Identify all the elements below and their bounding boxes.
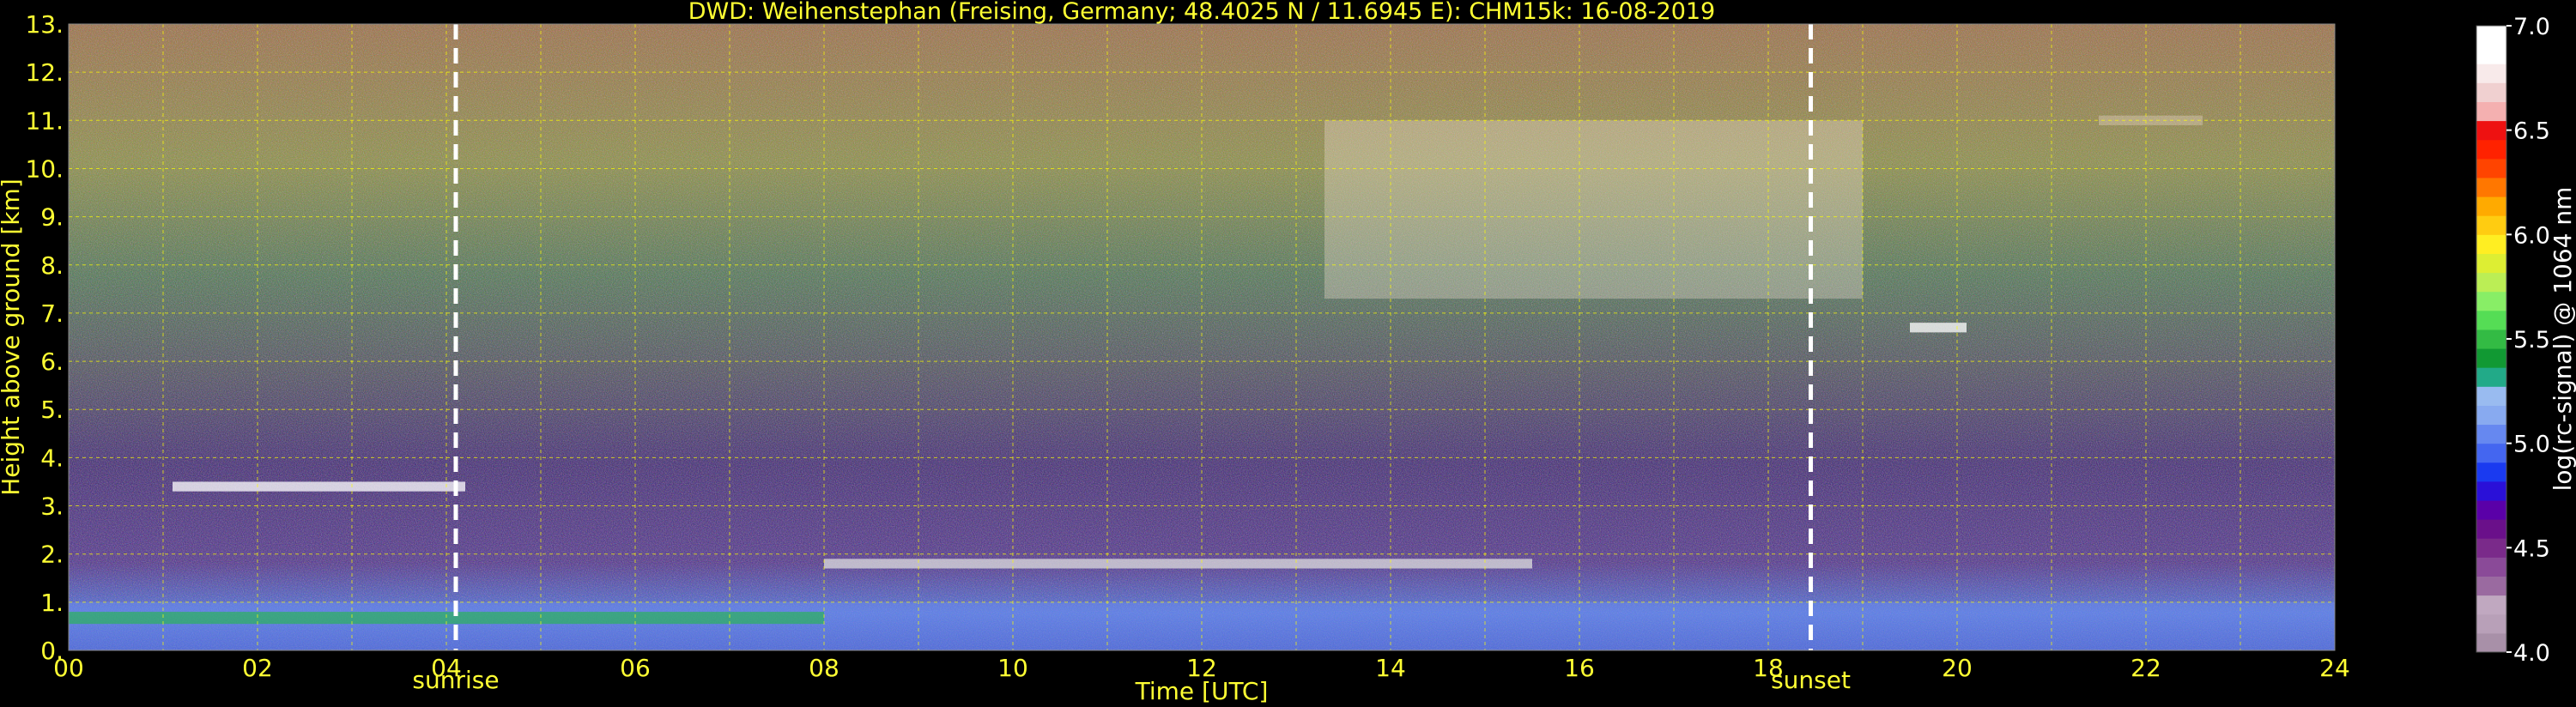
x-axis-label: Time [UTC] — [1135, 677, 1269, 705]
colorbar-band — [2476, 405, 2506, 426]
colorbar-ticks: 4.0 4.5 5.0 5.5 6.0 6.5 7.0 — [2506, 14, 2550, 667]
y-tick-label: 12. — [25, 58, 64, 87]
colorbar-tick-label: 6.0 — [2513, 222, 2550, 249]
y-tick-label: 13. — [25, 10, 64, 39]
x-tick-label: 16 — [1564, 654, 1595, 682]
colorbar-tick-label: 5.5 — [2513, 327, 2550, 354]
colorbar-band — [2476, 215, 2506, 235]
y-tick-label: 4. — [40, 444, 64, 472]
y-tick-label: 7. — [40, 299, 64, 328]
colorbar-band — [2476, 63, 2506, 83]
colorbar-band — [2476, 177, 2506, 197]
colorbar-band — [2476, 234, 2506, 254]
colorbar-band — [2476, 462, 2506, 482]
x-tick-label: 18 — [1753, 654, 1784, 682]
colorbar-label: log(rc-signal) @ 1064 nm — [2549, 187, 2576, 492]
x-tick-label: 14 — [1375, 654, 1406, 682]
y-tick-label: 5. — [40, 396, 64, 424]
y-axis-ticks: 0. 1. 2. 3. 4. 5. 6. 7. 8. 9. 10. 11. 12. 13. — [25, 10, 64, 665]
colorbar-band — [2476, 632, 2506, 653]
colorbar-tick-label: 5.0 — [2513, 432, 2550, 458]
x-tick-label: 24 — [2319, 654, 2350, 682]
colorbar-band — [2476, 329, 2506, 349]
colorbar-band — [2476, 158, 2506, 178]
plot-area: sunrise sunset — [69, 24, 2335, 694]
y-tick-label: 10. — [25, 154, 64, 183]
colorbar-band — [2476, 101, 2506, 122]
colorbar-tick-label: 4.5 — [2513, 535, 2550, 562]
noise-texture — [69, 24, 2335, 650]
colorbar-band — [2476, 557, 2506, 577]
colorbar-band — [2476, 26, 2506, 45]
x-tick-label: 06 — [620, 654, 651, 682]
colorbar-band — [2476, 367, 2506, 387]
colorbar-tick-label: 4.0 — [2513, 640, 2550, 667]
x-tick-label: 20 — [1942, 654, 1973, 682]
colorbar-band — [2476, 480, 2506, 501]
colorbar: 4.0 4.5 5.0 5.5 6.0 6.5 7.0 log(rc-signal) @ 1… — [2476, 14, 2576, 667]
y-tick-label: 2. — [40, 541, 64, 569]
cloud-feature-0 — [173, 481, 465, 492]
y-tick-label: 9. — [40, 203, 64, 232]
x-tick-label: 10 — [997, 654, 1028, 682]
colorbar-band — [2476, 519, 2506, 539]
y-axis-label: Height above ground [km] — [0, 178, 25, 496]
colorbar-band — [2476, 310, 2506, 330]
colorbar-band — [2476, 291, 2506, 311]
y-tick-label: 3. — [40, 492, 64, 521]
x-tick-label: 22 — [2131, 654, 2161, 682]
colorbar-tick-label: 7.0 — [2513, 14, 2550, 40]
colorbar-band — [2476, 576, 2506, 596]
colorbar-band — [2476, 613, 2506, 634]
colorbar-band — [2476, 45, 2506, 64]
cloud-feature-2 — [1910, 323, 1967, 333]
y-tick-label: 0. — [40, 637, 64, 665]
colorbar-band — [2476, 424, 2506, 444]
colorbar-band — [2476, 443, 2506, 463]
cloud-feature-1 — [1324, 120, 1863, 299]
ceilometer-chart: sunrise sunset 00 02 04 06 08 10 12 14 16 18 20 22 24… — [0, 0, 2576, 705]
y-tick-label: 11. — [25, 106, 64, 135]
colorbar-band — [2476, 272, 2506, 293]
colorbar-band — [2476, 348, 2506, 368]
chart-title: DWD: Weihenstephan (Freising, Germany; 4… — [688, 0, 1716, 25]
x-tick-label: 04 — [431, 654, 462, 682]
x-tick-label: 08 — [809, 654, 839, 682]
colorbar-band — [2476, 386, 2506, 406]
colorbar-band — [2476, 538, 2506, 558]
colorbar-band — [2476, 595, 2506, 615]
y-tick-label: 6. — [40, 347, 64, 376]
y-tick-label: 8. — [40, 251, 64, 280]
colorbar-band — [2476, 139, 2506, 160]
colorbar-band — [2476, 196, 2506, 216]
colorbar-band — [2476, 120, 2506, 141]
colorbar-band — [2476, 82, 2506, 102]
colorbar-band — [2476, 253, 2506, 274]
colorbar-band — [2476, 500, 2506, 520]
x-tick-label: 02 — [242, 654, 273, 682]
cloud-feature-4 — [824, 559, 1532, 569]
y-tick-label: 1. — [40, 589, 64, 617]
colorbar-bands — [2476, 26, 2506, 653]
colorbar-tick-label: 6.5 — [2513, 118, 2550, 145]
